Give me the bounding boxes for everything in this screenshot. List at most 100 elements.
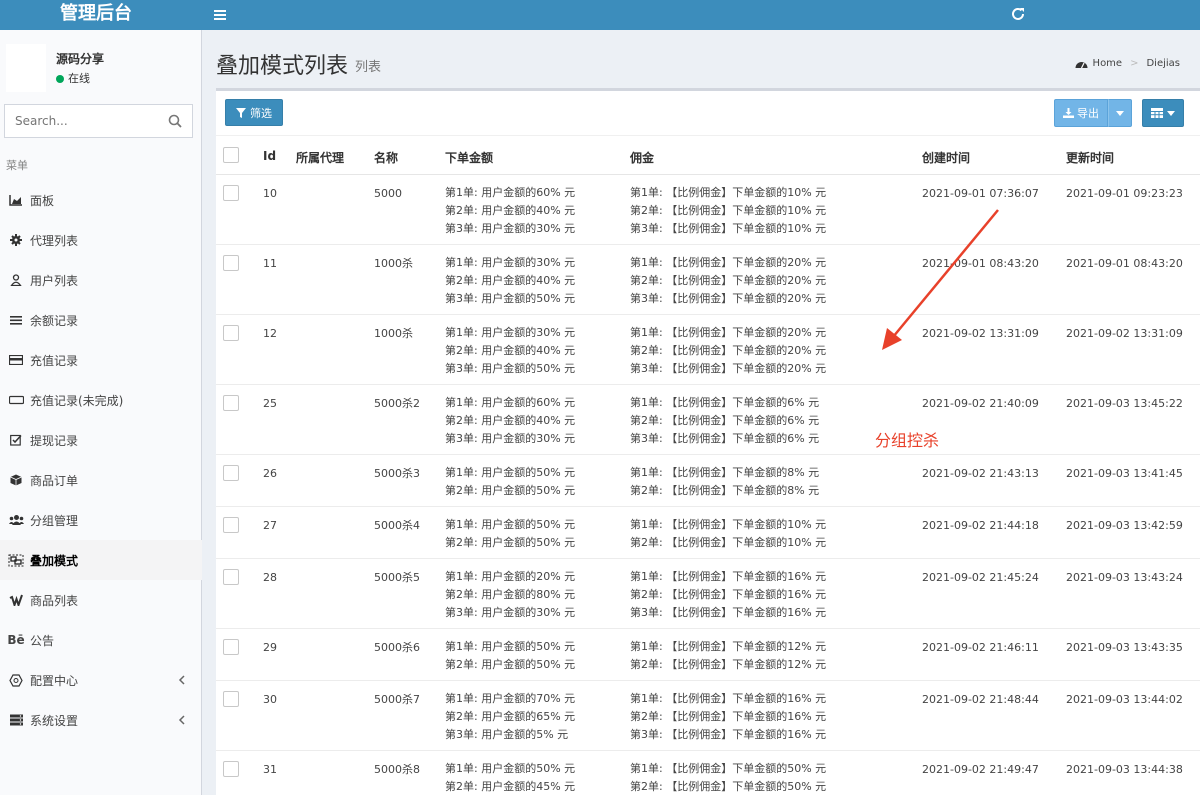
column-header-name[interactable]: 名称 [374,149,398,166]
sidebar-item-recharge-records[interactable]: 充值记录 [0,340,202,380]
commission-line: 第2单: 【比例佣金】下单金额的50% 元 [630,780,827,793]
search-input[interactable] [5,105,160,137]
column-header-order-amount[interactable]: 下单金额 [445,149,493,166]
cell-updated-at: 2021-09-01 08:43:20 [1066,257,1183,270]
cell-commission: 第1单: 【比例佣金】下单金额的8% 元第2单: 【比例佣金】下单金额的8% 元 [630,464,819,500]
row-checkbox[interactable] [223,185,239,201]
cell-commission: 第1单: 【比例佣金】下单金额的20% 元第2单: 【比例佣金】下单金额的20%… [630,324,826,378]
order-amount-line: 第1单: 用户金额的60% 元 [445,186,576,199]
cell-name: 5000杀5 [374,571,420,584]
cell-commission: 第1单: 【比例佣金】下单金额的16% 元第2单: 【比例佣金】下单金额的16%… [630,690,826,744]
row-checkbox[interactable] [223,465,239,481]
sidebar-item-label: 公告 [30,633,55,648]
row-checkbox[interactable] [223,325,239,341]
cell-commission: 第1单: 【比例佣金】下单金额的6% 元第2单: 【比例佣金】下单金额的6% 元… [630,394,819,448]
sidebar-item-label: 用户列表 [30,273,79,288]
table-icon [1151,108,1163,118]
order-amount-line: 第1单: 用户金额的50% 元 [445,640,576,653]
cell-name: 5000杀7 [374,693,420,706]
filter-button[interactable]: 筛选 [225,99,283,126]
sidebar-item-group-management[interactable]: 分组管理 [0,500,202,540]
cell-order-amount: 第1单: 用户金额的30% 元第2单: 用户金额的40% 元第3单: 用户金额的… [445,254,575,308]
breadcrumb-home[interactable]: Home [1093,58,1123,69]
row-checkbox[interactable] [223,691,239,707]
commission-line: 第2单: 【比例佣金】下单金额的10% 元 [630,204,827,217]
commission-line: 第3单: 【比例佣金】下单金额的20% 元 [630,292,827,305]
search-icon[interactable] [168,114,182,128]
column-header-commission[interactable]: 佣金 [630,149,654,166]
cell-updated-at: 2021-09-01 09:23:23 [1066,187,1183,200]
commission-line: 第1单: 【比例佣金】下单金额的6% 元 [630,396,820,409]
row-checkbox[interactable] [223,395,239,411]
cell-order-amount: 第1单: 用户金额的60% 元第2单: 用户金额的40% 元第3单: 用户金额的… [445,184,575,238]
cell-commission: 第1单: 【比例佣金】下单金额的10% 元第2单: 【比例佣金】下单金额的10%… [630,516,826,552]
sidebar-item-dashboard[interactable]: 面板 [0,180,202,220]
export-button[interactable]: 导出 [1054,99,1108,127]
column-header-agent[interactable]: 所属代理 [296,149,344,166]
row-checkbox[interactable] [223,569,239,585]
table-row: 30 5000杀7 第1单: 用户金额的70% 元第2单: 用户金额的65% 元第3… [216,681,1200,751]
row-checkbox[interactable] [223,761,239,777]
refresh-icon[interactable] [1010,6,1026,22]
breadcrumb: Home > Diejias [1075,58,1180,69]
table-row: 29 5000杀6 第1单: 用户金额的50% 元第2单: 用户金额的50% 元第1… [216,629,1200,681]
column-header-updated-at[interactable]: 更新时间 [1066,149,1114,166]
page-subtitle: 列表 [355,60,382,75]
commission-line: 第3单: 【比例佣金】下单金额的10% 元 [630,222,827,235]
user-panel: 源码分享 在线 [0,40,202,100]
export-dropdown-toggle[interactable] [1108,99,1132,127]
row-checkbox[interactable] [223,639,239,655]
columns-toggle-button[interactable] [1142,99,1184,127]
app-logo[interactable]: 管理后台 [0,0,202,30]
column-header-created-at[interactable]: 创建时间 [922,149,970,166]
chevron-left-icon[interactable] [178,714,186,726]
cell-name: 1000杀 [374,327,413,340]
hamburger-menu-icon[interactable] [212,6,230,24]
menu-header: 菜单 [6,159,28,172]
sidebar-item-users[interactable]: 用户列表 [0,260,202,300]
table-row: 31 5000杀8 第1单: 用户金额的50% 元第2单: 用户金额的45% 元第1… [216,751,1200,795]
cell-updated-at: 2021-09-03 13:43:35 [1066,641,1183,654]
commission-line: 第1单: 【比例佣金】下单金额的10% 元 [630,518,827,531]
row-checkbox[interactable] [223,255,239,271]
sidebar-item-balance-records[interactable]: 余额记录 [0,300,202,340]
cell-id: 28 [263,571,277,584]
commission-line: 第2单: 【比例佣金】下单金额的12% 元 [630,658,827,671]
sidebar-item-agents[interactable]: 代理列表 [0,220,202,260]
sidebar-item-announcements[interactable]: Bē 公告 [0,620,202,660]
cell-id: 30 [263,693,277,706]
cell-commission: 第1单: 【比例佣金】下单金额的16% 元第2单: 【比例佣金】下单金额的16%… [630,568,826,622]
chevron-left-icon[interactable] [178,674,186,686]
column-header-id[interactable]: Id [263,149,276,163]
commission-line: 第1单: 【比例佣金】下单金额的12% 元 [630,640,827,653]
commission-line: 第1单: 【比例佣金】下单金额的10% 元 [630,186,827,199]
cell-order-amount: 第1单: 用户金额的50% 元第2单: 用户金额的50% 元 [445,638,575,674]
sidebar-item-stack-mode[interactable]: 叠加模式 [0,540,202,580]
sidebar-item-product-list[interactable]: 商品列表 [0,580,202,620]
commission-line: 第1单: 【比例佣金】下单金额的20% 元 [630,256,827,269]
cell-id: 10 [263,187,277,200]
sidebar-item-label: 代理列表 [30,233,79,248]
table-row: 25 5000杀2 第1单: 用户金额的60% 元第2单: 用户金额的40% 元第3… [216,385,1200,455]
order-amount-line: 第1单: 用户金额的70% 元 [445,692,576,705]
order-amount-line: 第2单: 用户金额的45% 元 [445,780,576,793]
order-amount-line: 第3单: 用户金额的50% 元 [445,292,576,305]
sidebar-item-system-settings[interactable]: 系统设置 [0,700,202,740]
sidebar-item-product-orders[interactable]: 商品订单 [0,460,202,500]
cell-commission: 第1单: 【比例佣金】下单金额的10% 元第2单: 【比例佣金】下单金额的10%… [630,184,826,238]
cell-created-at: 2021-09-02 21:40:09 [922,397,1039,410]
user-status-label: 在线 [68,72,90,85]
sidebar-item-recharge-pending[interactable]: 充值记录(未完成) [0,380,202,420]
order-amount-line: 第3单: 用户金额的30% 元 [445,606,576,619]
row-checkbox[interactable] [223,517,239,533]
order-amount-line: 第1单: 用户金额的50% 元 [445,518,576,531]
dashboard-icon [1075,61,1088,68]
users-icon [8,512,24,528]
select-all-checkbox[interactable] [223,147,239,163]
cell-id: 11 [263,257,277,270]
sidebar-item-withdraw-records[interactable]: 提现记录 [0,420,202,460]
order-amount-line: 第2单: 用户金额的80% 元 [445,588,576,601]
sidebar-item-config-center[interactable]: 配置中心 [0,660,202,700]
cell-name: 5000杀2 [374,397,420,410]
cell-created-at: 2021-09-02 21:44:18 [922,519,1039,532]
